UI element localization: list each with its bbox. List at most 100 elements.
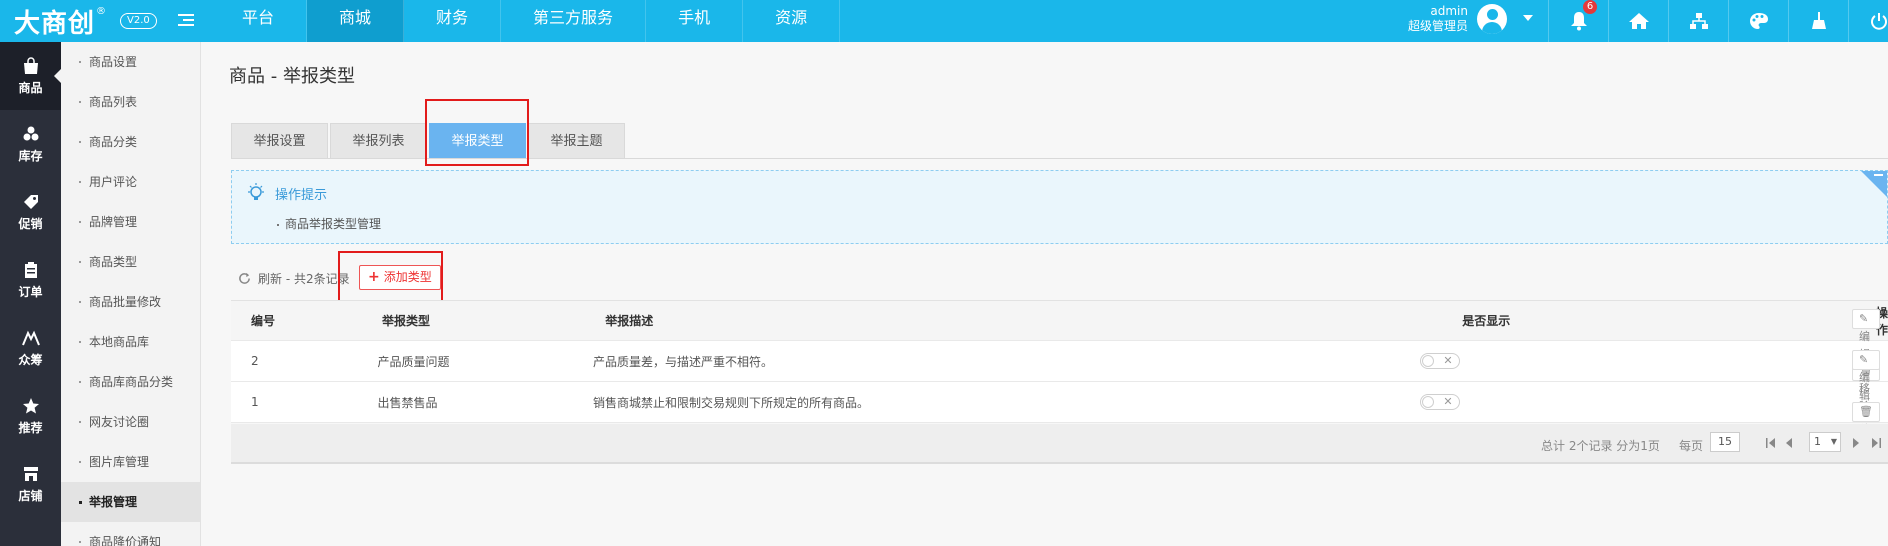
tips-line: 商品举报类型管理 xyxy=(277,215,381,232)
left-rail: 商品 库存 促销 订单 众筹 推荐 店铺 xyxy=(0,42,61,546)
rail-item-goods[interactable]: 商品 xyxy=(0,42,61,110)
avatar[interactable] xyxy=(1477,4,1507,34)
rail-label: 店铺 xyxy=(18,488,43,503)
table-row: 1 出售禁售品 销售商城禁止和限制交易规则下所规定的所有商品。 ✕ ✎ 编辑 🗑… xyxy=(231,350,1888,454)
rail-label: 库存 xyxy=(18,148,43,163)
list-toolbar: 刷新 - 共2条记录 xyxy=(238,268,350,288)
submenu-item[interactable]: 商品分类 xyxy=(61,122,200,162)
record-summary: 总计 2个记录 分为1页 xyxy=(1541,439,1660,453)
show-toggle[interactable]: ✕ xyxy=(1420,394,1461,410)
rail-label: 众筹 xyxy=(18,352,43,367)
rail-item-recommend[interactable]: 推荐 xyxy=(0,382,61,450)
nav-item-mall[interactable]: 商城 xyxy=(307,0,405,42)
highlight-box-add xyxy=(338,251,443,302)
cell-desc: 销售商城禁止和限制交易规则下所规定的所有商品。 xyxy=(592,395,869,410)
table-footer: 总计 2个记录 分为1页 每页 15 1 xyxy=(231,424,1888,464)
rail-label: 促销 xyxy=(18,216,43,231)
cell-type: 出售禁售品 xyxy=(377,395,438,410)
perpage-input[interactable]: 15 xyxy=(1710,432,1740,452)
page-select[interactable]: 1 xyxy=(1809,432,1841,452)
first-page-icon[interactable] xyxy=(1766,437,1776,449)
last-page-icon[interactable] xyxy=(1871,437,1881,449)
rail-label: 订单 xyxy=(18,284,43,299)
logo-text: 大商创 xyxy=(14,8,96,39)
submenu-item[interactable]: 用户评论 xyxy=(61,162,200,202)
tab-report-settings[interactable]: 举报设置 xyxy=(231,123,328,159)
submenu-item[interactable]: 商品批量修改 xyxy=(61,282,200,322)
tab-report-topics[interactable]: 举报主题 xyxy=(528,123,625,159)
home-icon[interactable] xyxy=(1608,0,1668,42)
tips-title: 操作提示 xyxy=(275,188,328,203)
people-icon xyxy=(21,330,40,345)
top-nav: 平台 商城 财务 第三方服务 手机 资源 xyxy=(210,0,841,42)
menu-toggle-icon[interactable] xyxy=(178,14,200,30)
notification-badge: 6 xyxy=(1583,0,1597,14)
admin-name: admin xyxy=(1430,4,1468,18)
edit-button[interactable]: ✎ 编辑 xyxy=(1852,350,1880,402)
admin-info[interactable]: admin 超级管理员 xyxy=(1408,4,1468,34)
power-icon[interactable] xyxy=(1848,0,1888,42)
stack-icon xyxy=(23,126,38,140)
sub-menu: 商品设置 商品列表 商品分类 用户评论 品牌管理 商品类型 商品批量修改 本地商… xyxy=(61,42,201,546)
minus-icon xyxy=(1874,174,1883,176)
logo-registered-mark: ® xyxy=(96,5,107,17)
rail-item-store[interactable]: 店铺 xyxy=(0,450,61,518)
nav-item-resources[interactable]: 资源 xyxy=(743,0,841,42)
logo[interactable]: 大商创 ® V2.0 xyxy=(14,4,157,39)
submenu-item[interactable]: 商品列表 xyxy=(61,82,200,122)
edit-icon: ✎ xyxy=(1859,353,1869,366)
rail-item-stock[interactable]: 库存 xyxy=(0,110,61,178)
bell-icon[interactable]: 6 xyxy=(1548,0,1608,42)
top-icon-group: 6 xyxy=(1548,0,1888,42)
submenu-item[interactable]: 商品库商品分类 xyxy=(61,362,200,402)
edit-button[interactable]: ✎ 编辑 xyxy=(1852,309,1880,361)
submenu-item[interactable]: 商品设置 xyxy=(61,42,200,82)
tag-icon xyxy=(23,194,38,209)
next-page-icon[interactable] xyxy=(1851,437,1861,449)
submenu-item[interactable]: 本地商品库 xyxy=(61,322,200,362)
cell-id: 1 xyxy=(251,395,259,409)
nav-item-platform[interactable]: 平台 xyxy=(210,0,308,42)
top-bar: 大商创 ® V2.0 平台 商城 财务 第三方服务 手机 资源 admin 超级… xyxy=(0,0,1888,42)
rail-item-promotion[interactable]: 促销 xyxy=(0,178,61,246)
chevron-down-icon[interactable] xyxy=(1523,15,1533,21)
sitemap-icon[interactable] xyxy=(1668,0,1728,42)
report-type-table: 编号 举报类型 举报描述 是否显示 操作 2 产品质量问题 产品质量差，与描述严… xyxy=(231,300,1888,454)
submenu-item[interactable]: 品牌管理 xyxy=(61,202,200,242)
refresh-icon[interactable] xyxy=(238,272,251,285)
prev-page-icon[interactable] xyxy=(1784,437,1794,449)
remove-button[interactable]: 🗑 移除 xyxy=(1852,402,1880,454)
submenu-item[interactable]: 图片库管理 xyxy=(61,442,200,482)
submenu-item[interactable]: 商品降价通知 xyxy=(61,522,200,546)
tab-report-list[interactable]: 举报列表 xyxy=(330,123,427,159)
show-toggle[interactable]: ✕ xyxy=(1420,353,1461,369)
clipboard-icon xyxy=(24,261,37,278)
rail-label: 商品 xyxy=(18,80,43,95)
perpage-label: 每页 xyxy=(1679,439,1704,453)
rail-label: 推荐 xyxy=(18,420,43,435)
rail-item-orders[interactable]: 订单 xyxy=(0,246,61,314)
submenu-item[interactable]: 网友讨论圈 xyxy=(61,402,200,442)
rail-item-crowdfunding[interactable]: 众筹 xyxy=(0,314,61,382)
submenu-item-active[interactable]: 举报管理 xyxy=(61,482,200,522)
palette-icon[interactable] xyxy=(1728,0,1788,42)
cell-id: 2 xyxy=(251,354,259,368)
trash-icon: 🗑 xyxy=(1859,405,1873,418)
edit-label: 编辑 xyxy=(1859,371,1871,402)
version-badge: V2.0 xyxy=(120,13,157,29)
nav-item-mobile[interactable]: 手机 xyxy=(646,0,744,42)
refresh-link[interactable]: 刷新 - 共2条记录 xyxy=(258,270,350,287)
cell-type: 产品质量问题 xyxy=(377,354,450,369)
highlight-box-tab xyxy=(425,99,529,166)
nav-item-finance[interactable]: 财务 xyxy=(404,0,502,42)
star-icon xyxy=(22,397,39,413)
broom-icon[interactable] xyxy=(1788,0,1848,42)
edit-icon: ✎ xyxy=(1859,312,1869,325)
col-header-type: 举报类型 xyxy=(382,314,431,328)
cell-show: ✕ xyxy=(1420,394,1588,410)
admin-role: 超级管理员 xyxy=(1407,19,1468,33)
submenu-item[interactable]: 商品类型 xyxy=(61,242,200,282)
lightbulb-icon xyxy=(248,183,264,200)
col-header-desc: 举报描述 xyxy=(605,314,654,328)
nav-item-third-party[interactable]: 第三方服务 xyxy=(501,0,647,42)
